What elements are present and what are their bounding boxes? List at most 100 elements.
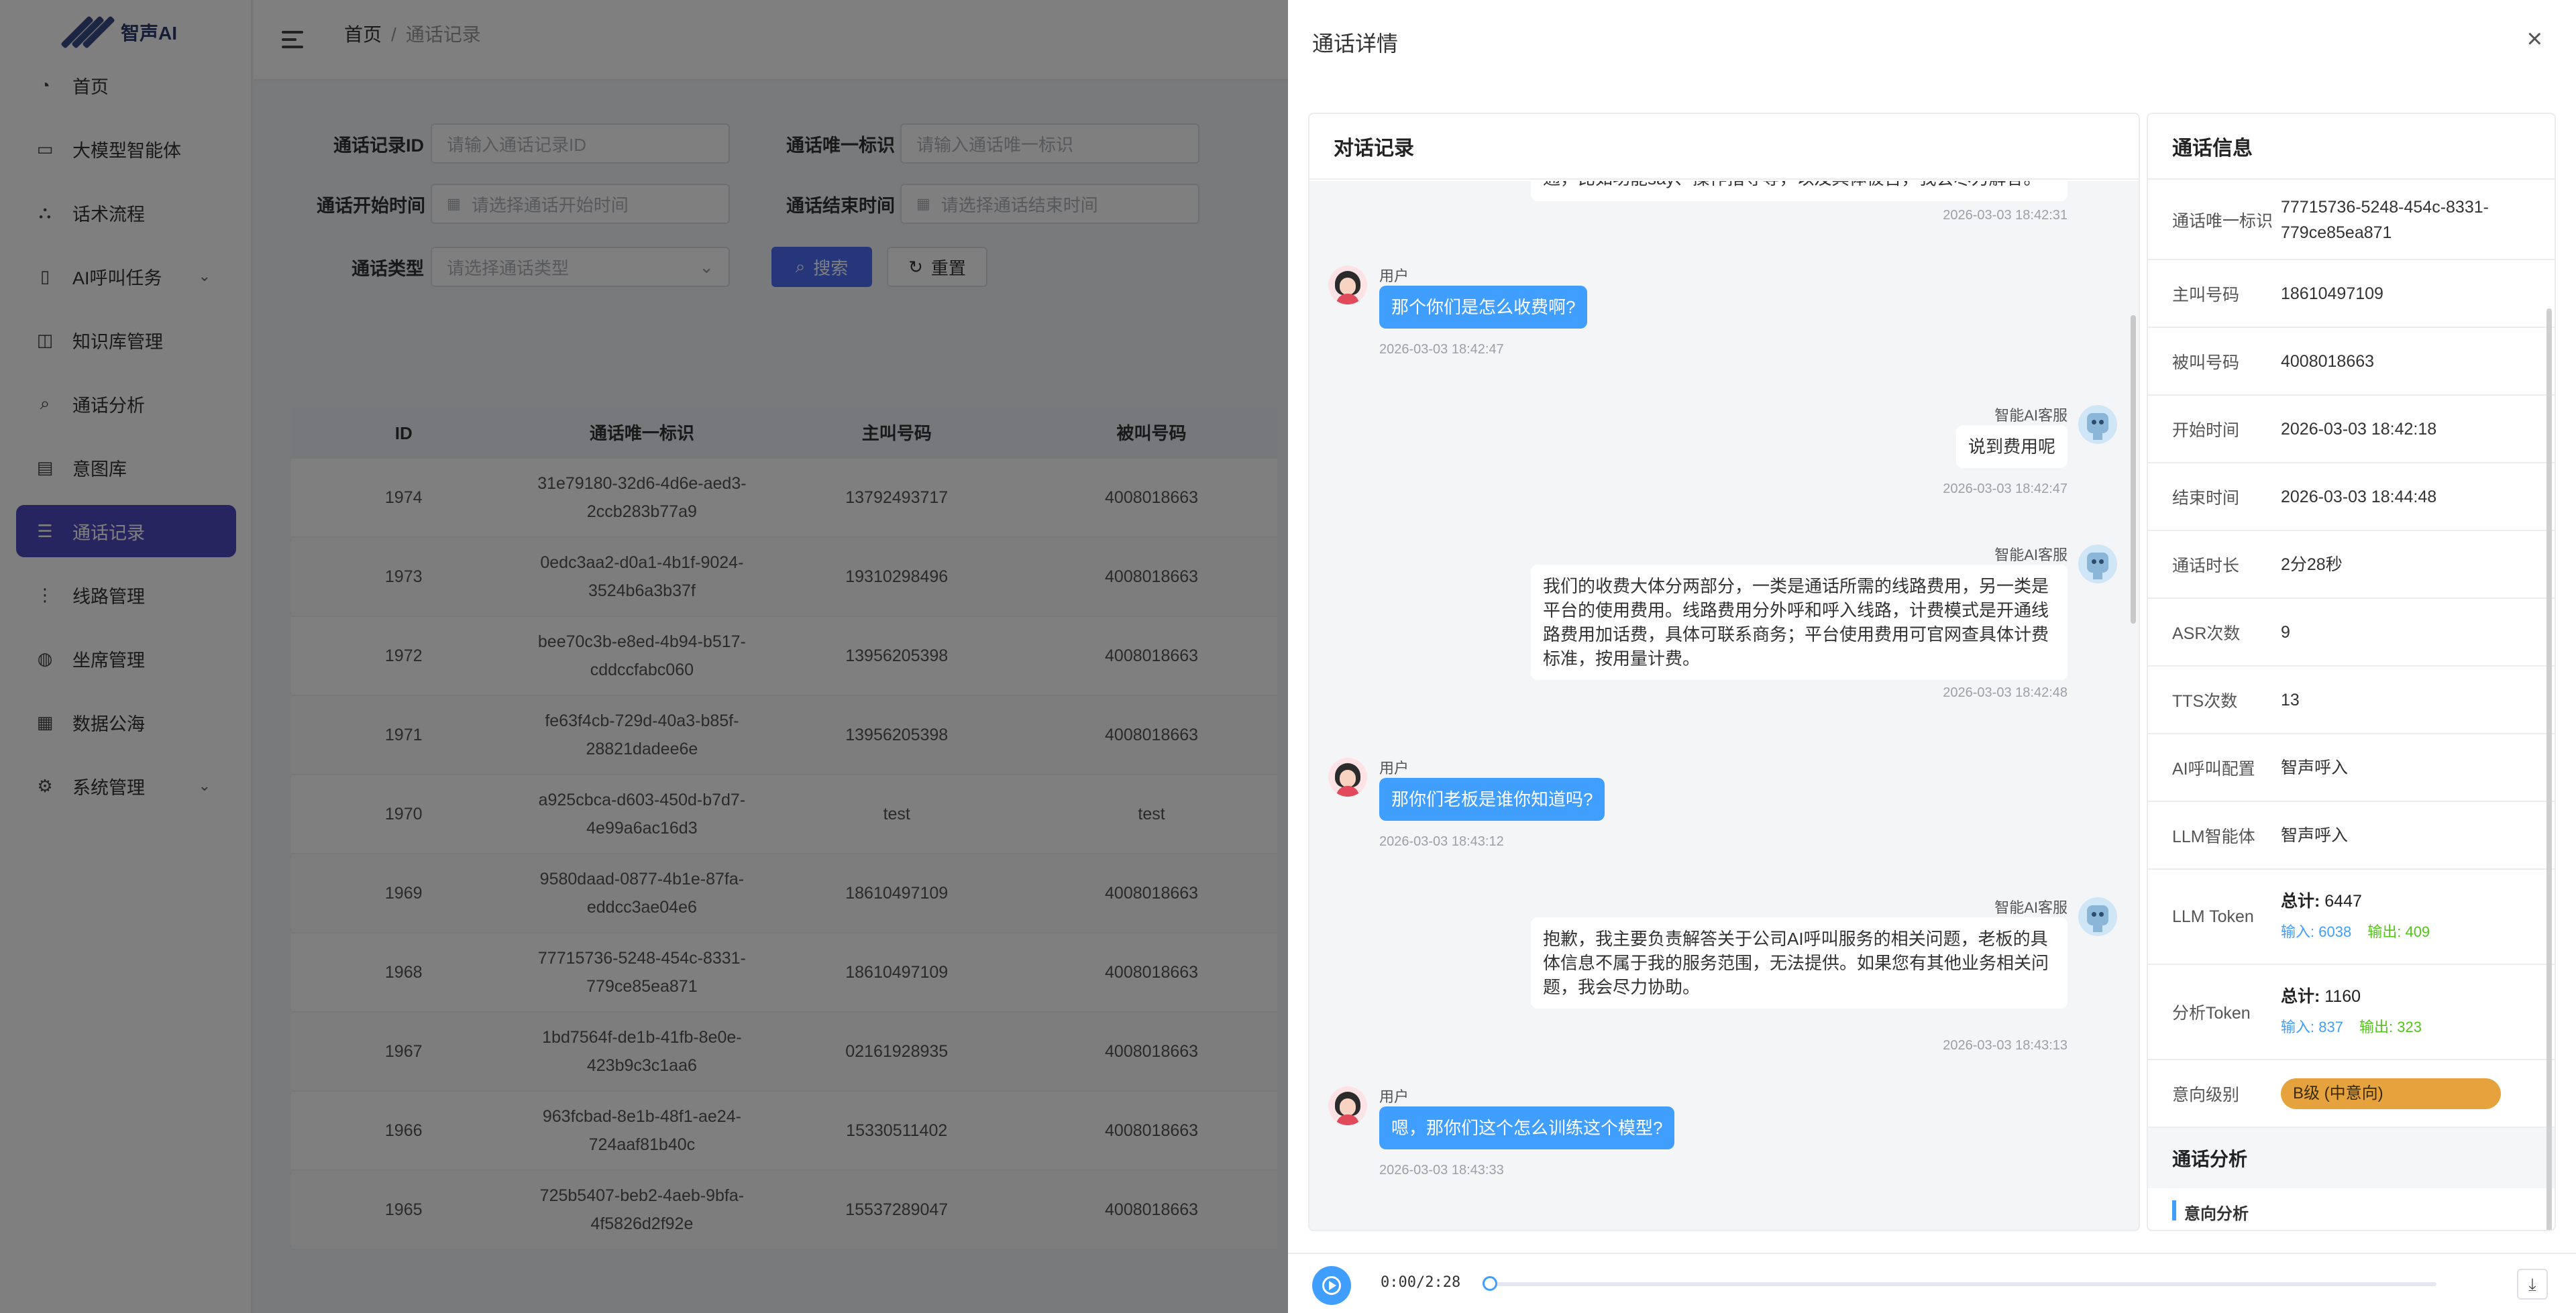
info-row-duration: 通话时长 2分28秒 <box>2148 531 2555 599</box>
audio-player: 0:00/2:28 ⤓ <box>1288 1253 2576 1313</box>
info-value: 18610497109 <box>2281 284 2383 303</box>
chat-sender: 智能AI客服 <box>1994 407 2068 424</box>
play-triangle <box>1329 1281 1336 1290</box>
close-icon[interactable]: × <box>2527 25 2542 52</box>
chat-timestamp: 2026-03-03 18:42:47 <box>1943 481 2068 496</box>
chat-timestamp: 2026-03-03 18:43:12 <box>1379 834 1504 849</box>
info-row-end: 结束时间 2026-03-03 18:44:48 <box>2148 463 2555 531</box>
chat-sender: 智能AI客服 <box>1994 899 2068 916</box>
info-panel-title: 通话信息 <box>2148 114 2555 180</box>
info-row-calling: 主叫号码 18610497109 <box>2148 260 2555 328</box>
token-output: 输出: 409 <box>2367 923 2430 940</box>
info-value: 77715736-5248-454c-8331- 779ce85ea871 <box>2281 194 2555 245</box>
info-key: 分析Token <box>2172 1004 2251 1023</box>
uid-line-2: 779ce85ea871 <box>2281 223 2392 242</box>
chat-timestamp: 2026-03-03 18:42:48 <box>1943 685 2068 700</box>
info-row-intent: 意向级别 B级 (中意向) <box>2148 1060 2555 1128</box>
progress-track[interactable] <box>1483 1276 2436 1291</box>
info-key: LLM智能体 <box>2172 827 2255 846</box>
chat-bubble-bot: 我们的收费大体分两部分，一类是通话所需的线路费用，另一类是平台的使用费用。线路费… <box>1531 565 2068 680</box>
info-row-analysis-token: 分析Token 总计: 1160 输入: 837 输出: 323 <box>2148 965 2555 1060</box>
token-input-label: 输入: <box>2281 923 2315 940</box>
chat-body[interactable]: 通，比如功能say、操作指导等，以及具体被咨，我会尽力解答。 2026-03-03… <box>1309 181 2139 1230</box>
drawer-title: 通话详情 <box>1312 32 1399 56</box>
info-row-tts: TTS次数 13 <box>2148 667 2555 734</box>
token-total-value: 1160 <box>2324 987 2361 1006</box>
chat-bubble-bot: 说到费用呢 <box>1955 425 2068 468</box>
intent-badge: B级 (中意向) <box>2281 1078 2501 1109</box>
bot-avatar <box>2078 897 2117 936</box>
chat-bubble-bot: 抱歉，我主要负责解答关于公司AI呼叫服务的相关问题，老板的具体信息不属于我的服务… <box>1531 917 2068 1009</box>
bot-avatar <box>2078 405 2117 444</box>
info-row-called: 被叫号码 4008018663 <box>2148 328 2555 396</box>
info-key: LLM Token <box>2172 907 2254 926</box>
token-total-label: 总计: <box>2281 987 2320 1006</box>
token-output: 输出: 323 <box>2359 1019 2422 1035</box>
info-value: 智声呼入 <box>2281 825 2349 845</box>
chat-sender: 用户 <box>1379 1088 1409 1105</box>
play-button[interactable] <box>1312 1266 1351 1305</box>
token-output-label: 输出: <box>2359 1019 2394 1035</box>
info-row-llm-token: LLM Token 总计: 6447 输入: 6038 输出: 409 <box>2148 870 2555 965</box>
download-icon[interactable]: ⤓ <box>2517 1269 2548 1300</box>
info-row-uid: 通话唯一标识 77715736-5248-454c-8331- 779ce85ea… <box>2148 181 2555 260</box>
chat-scrollbar[interactable] <box>2131 315 2136 624</box>
info-key: ASR次数 <box>2172 624 2241 643</box>
info-key: 通话唯一标识 <box>2172 212 2273 231</box>
chat-bubble-user: 那个你们是怎么收费啊? <box>1379 286 1588 329</box>
app-root: 智声AI ◔首页▭大模型智能体⛬话术流程▯AI呼叫任务⌄◫知识库管理⌕通话分析▤… <box>0 0 2576 1313</box>
info-key: 主叫号码 <box>2172 285 2240 304</box>
user-avatar <box>1328 1086 1367 1125</box>
info-row-llm-agent: LLM智能体 智声呼入 <box>2148 802 2555 870</box>
token-breakdown: 输入: 6038 输出: 409 <box>2281 919 2534 945</box>
chat-bubble-bot: 通，比如功能say、操作指导等，以及具体被咨，我会尽力解答。 <box>1531 181 2068 201</box>
token-input: 输入: 837 <box>2281 1019 2343 1035</box>
chat-sender: 用户 <box>1379 760 1409 777</box>
info-value: 总计: 1160 输入: 837 输出: 323 <box>2281 984 2555 1040</box>
token-input-value: 6038 <box>2318 923 2352 940</box>
info-key: 开始时间 <box>2172 420 2240 440</box>
info-key: 被叫号码 <box>2172 353 2240 372</box>
token-input-value: 837 <box>2318 1019 2343 1035</box>
info-value: 9 <box>2281 622 2290 642</box>
info-rows: 通话唯一标识 77715736-5248-454c-8331- 779ce85ea… <box>2148 181 2555 1223</box>
user-avatar <box>1328 758 1367 797</box>
chat-sender: 用户 <box>1379 268 1409 284</box>
chat-panel-title: 对话记录 <box>1309 114 2139 180</box>
info-value: 13 <box>2281 690 2300 709</box>
info-value: 2026-03-03 18:42:18 <box>2281 419 2437 439</box>
chat-bubble-user: 那你们老板是谁你知道吗? <box>1379 778 1605 821</box>
info-panel: 通话信息 通话唯一标识 77715736-5248-454c-8331- 779c… <box>2147 113 2556 1231</box>
info-key: 意向级别 <box>2172 1085 2240 1104</box>
info-key: 通话时长 <box>2172 556 2240 575</box>
analysis-section-title: 通话分析 <box>2148 1128 2555 1188</box>
info-row-asr: ASR次数 9 <box>2148 599 2555 667</box>
token-input-label: 输入: <box>2281 1019 2315 1035</box>
chat-sender: 智能AI客服 <box>1994 547 2068 563</box>
chat-timestamp: 2026-03-03 18:43:33 <box>1379 1163 1504 1178</box>
token-output-value: 409 <box>2405 923 2430 940</box>
info-value: 2026-03-03 18:44:48 <box>2281 487 2437 506</box>
token-total: 总计: 1160 <box>2281 984 2534 1009</box>
info-value: 总计: 6447 输入: 6038 输出: 409 <box>2281 889 2555 945</box>
chat-timestamp: 2026-03-03 18:42:31 <box>1943 208 2068 223</box>
token-total-label: 总计: <box>2281 892 2320 911</box>
token-output-value: 323 <box>2397 1019 2422 1035</box>
info-row-ai-config: AI呼叫配置 智声呼入 <box>2148 734 2555 802</box>
token-breakdown: 输入: 837 输出: 323 <box>2281 1015 2534 1040</box>
chat-timestamp: 2026-03-03 18:42:47 <box>1379 342 1504 357</box>
analysis-subsection-title: 意向分析 <box>2172 1200 2555 1223</box>
token-total: 总计: 6447 <box>2281 889 2534 914</box>
info-value: 4008018663 <box>2281 351 2375 371</box>
info-scrollbar[interactable] <box>2546 308 2552 1230</box>
token-total-value: 6447 <box>2324 892 2362 911</box>
progress-handle[interactable] <box>1483 1276 1497 1291</box>
modal-overlay[interactable] <box>0 0 1288 1313</box>
info-value: B级 (中意向) <box>2281 1078 2555 1109</box>
player-time: 0:00/2:28 <box>1381 1274 1461 1291</box>
uid-line-1: 77715736-5248-454c-8331- <box>2281 198 2489 217</box>
info-key: TTS次数 <box>2172 691 2238 711</box>
token-output-label: 输出: <box>2367 923 2402 940</box>
info-row-start: 开始时间 2026-03-03 18:42:18 <box>2148 396 2555 463</box>
call-detail-drawer: 通话详情 × 对话记录 通，比如功能say、操作指导等，以及具体被咨，我会尽力解… <box>1288 0 2576 1313</box>
